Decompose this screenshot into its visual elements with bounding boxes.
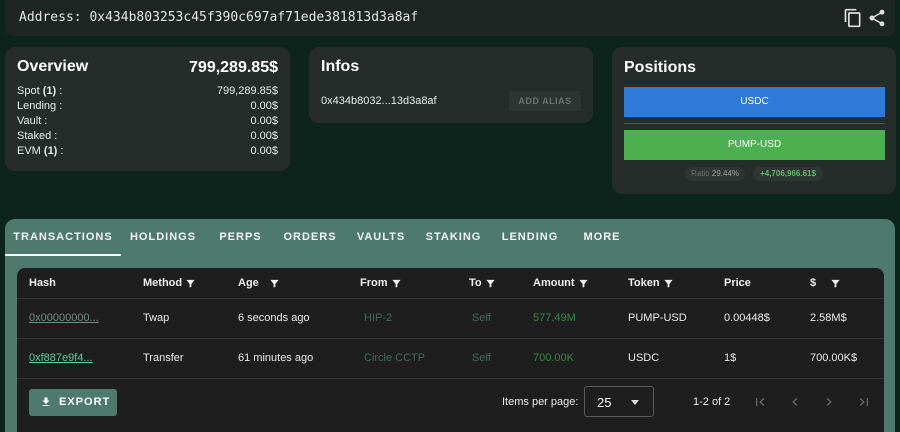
tab-vaults[interactable]: VAULTS	[344, 219, 418, 256]
row-divider	[17, 298, 884, 299]
positions-title: Positions	[624, 59, 697, 76]
last-page-icon[interactable]	[856, 394, 872, 410]
row-divider	[17, 338, 884, 339]
table-row-from[interactable]: HIP-2	[364, 312, 392, 324]
tab-holdings[interactable]: HOLDINGS	[121, 219, 205, 256]
address-bar: Address: 0x434b803253c45f390c697af71ede3…	[5, 0, 895, 36]
copy-icon[interactable]	[843, 8, 863, 28]
address-text: Address: 0x434b803253c45f390c697af71ede3…	[19, 10, 419, 25]
positions-card: Positions USDC PUMP-USD Ratio 29.44% +4,…	[612, 47, 896, 194]
ratio-badge: Ratio 29.44%	[685, 167, 745, 181]
tab-orders[interactable]: ORDERS	[276, 219, 344, 256]
table-row-hash[interactable]: 0x00000000...	[29, 312, 99, 324]
tab-staking[interactable]: STAKING	[418, 219, 489, 256]
add-alias-button[interactable]: ADD ALIAS	[509, 91, 581, 111]
column-header-usd[interactable]: $	[810, 268, 841, 298]
overview-row-evm: EVM (1) : 0.00$	[17, 145, 278, 157]
overview-total: 799,289.85$	[189, 59, 278, 76]
table-row-price: 0.00448$	[724, 312, 770, 324]
next-page-icon[interactable]	[821, 394, 837, 410]
position-bar-usdc[interactable]: USDC	[624, 87, 885, 117]
previous-page-icon[interactable]	[787, 394, 803, 410]
row-divider	[17, 378, 884, 379]
positions-divider	[624, 123, 885, 124]
filter-icon[interactable]	[578, 278, 589, 289]
table-row-method: Transfer	[143, 352, 184, 364]
pnl-badge: +4,706,966.61$	[753, 167, 823, 181]
table-row-usd: 700.00K$	[810, 352, 858, 364]
overview-row-vault: Vault : 0.00$	[17, 115, 278, 127]
overview-title: Overview	[17, 58, 89, 75]
column-header-method[interactable]: Method	[143, 268, 196, 298]
table-row-age: 61 minutes ago	[238, 352, 314, 364]
overview-card: Overview 799,289.85$ Spot (1) : 799,289.…	[5, 47, 290, 171]
overview-row-spot: Spot (1) : 799,289.85$	[17, 85, 278, 97]
tab-more[interactable]: MORE	[571, 219, 633, 256]
infos-card: Infos 0x434b8032...13d3a8af ADD ALIAS	[309, 47, 593, 123]
table-row-amount: 577.49M	[533, 312, 576, 324]
filter-icon[interactable]	[185, 278, 196, 289]
column-header-amount[interactable]: Amount	[533, 268, 589, 298]
position-bar-pump-usd[interactable]: PUMP-USD	[624, 130, 885, 160]
first-page-icon[interactable]	[752, 394, 768, 410]
table-row-from[interactable]: Circle CCTP	[364, 352, 425, 364]
pagination-range: 1-2 of 2	[693, 396, 731, 408]
column-header-price: Price	[724, 277, 751, 289]
table-row-age: 6 seconds ago	[238, 312, 310, 324]
tab-transactions[interactable]: TRANSACTIONS	[5, 219, 121, 256]
table-row-token: PUMP-USD	[628, 312, 687, 324]
overview-row-staked: Staked : 0.00$	[17, 130, 278, 142]
filter-icon[interactable]	[391, 278, 402, 289]
column-header-from[interactable]: From	[360, 268, 402, 298]
items-per-page-label: Items per page:	[502, 396, 579, 408]
items-per-page-select[interactable]: 25	[584, 386, 654, 417]
infos-title: Infos	[321, 58, 360, 75]
overview-row-lending: Lending : 0.00$	[17, 100, 278, 112]
download-icon	[42, 397, 50, 406]
table-row-method: Twap	[143, 312, 170, 324]
filter-icon[interactable]	[269, 278, 280, 289]
caret-down-icon	[631, 400, 639, 405]
export-button[interactable]: EXPORT	[29, 389, 117, 416]
infos-short-address: 0x434b8032...13d3a8af	[321, 95, 437, 107]
share-icon[interactable]	[867, 8, 887, 28]
filter-icon[interactable]	[485, 278, 496, 289]
table-row-price: 1$	[724, 352, 737, 364]
column-header-age[interactable]: Age	[238, 268, 280, 298]
column-header-hash: Hash	[29, 277, 56, 289]
table-row-token: USDC	[628, 352, 660, 364]
filter-icon[interactable]	[663, 278, 674, 289]
column-header-token[interactable]: Token	[628, 268, 674, 298]
table-row-hash[interactable]: 0xf887e9f4...	[29, 352, 93, 364]
table-row-usd: 2.58M$	[810, 312, 847, 324]
tab-perps[interactable]: PERPS	[205, 219, 276, 256]
table-row-to: Self	[472, 312, 491, 324]
column-header-to[interactable]: To	[469, 268, 496, 298]
tab-lending[interactable]: LENDING	[489, 219, 571, 256]
filter-icon[interactable]	[830, 278, 841, 289]
table-row-amount: 700.00K	[533, 352, 574, 364]
table-row-to: Self	[472, 352, 491, 364]
